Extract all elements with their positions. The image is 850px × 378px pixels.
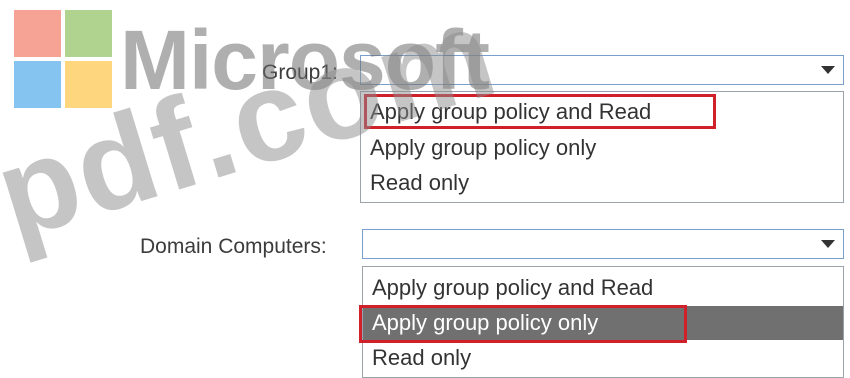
- logo-square-blue: [14, 61, 61, 108]
- chevron-down-icon[interactable]: [814, 231, 842, 257]
- chevron-down-icon[interactable]: [814, 57, 842, 83]
- domain-computers-option[interactable]: Read only: [363, 341, 843, 375]
- logo-square-green: [65, 10, 112, 57]
- domain-computers-option-selected[interactable]: Apply group policy only: [363, 306, 843, 340]
- domain-computers-select[interactable]: [362, 229, 844, 259]
- domain-computers-label: Domain Computers:: [140, 235, 327, 258]
- group1-option[interactable]: Read only: [361, 166, 843, 200]
- logo-square-red: [14, 10, 61, 57]
- domain-computers-option[interactable]: Apply group policy and Read: [363, 271, 843, 305]
- stage: Group1: Apply group policy and Read Appl…: [0, 0, 850, 378]
- domain-computers-dropdown-list: Apply group policy and Read Apply group …: [362, 266, 844, 378]
